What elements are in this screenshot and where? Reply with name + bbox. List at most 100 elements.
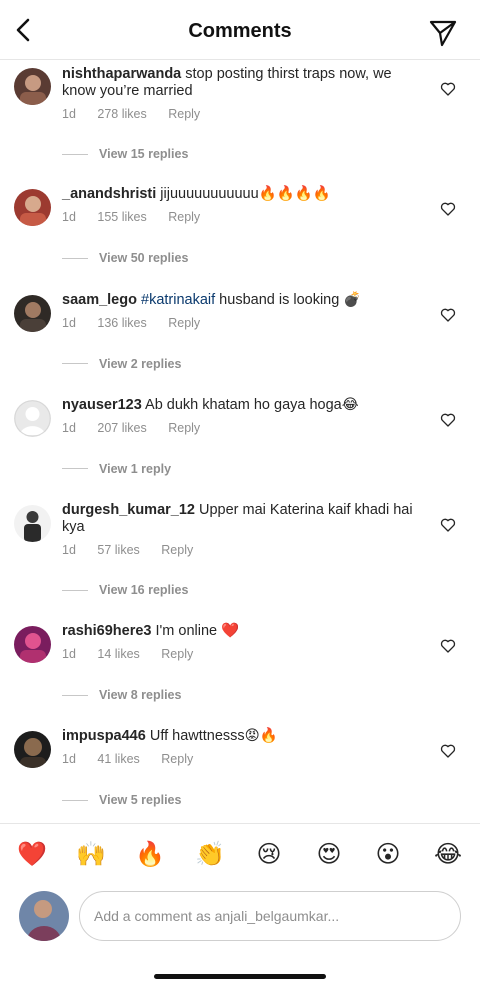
comment-item: nishthaparwanda stop posting thirst trap… [0, 62, 480, 167]
comment-likes[interactable]: 14 likes [97, 647, 139, 661]
comment-item: rashi69here3 I'm online ❤️ 1d 14 likes R… [0, 604, 480, 709]
comment-item: saam_lego #katrinakaif husband is lookin… [0, 273, 480, 378]
heart-icon[interactable] [440, 201, 456, 217]
comment-username[interactable]: saam_lego [62, 292, 137, 308]
current-user-avatar [19, 891, 69, 941]
view-replies-button[interactable]: View 2 replies [62, 357, 181, 371]
reply-divider-line [62, 694, 88, 696]
view-replies-button[interactable]: View 8 replies [62, 688, 181, 702]
comment-username[interactable]: nyauser123 [62, 397, 142, 413]
reply-divider-line [62, 363, 88, 365]
paper-plane-icon[interactable] [428, 18, 458, 48]
reply-button[interactable]: Reply [161, 752, 193, 766]
comment-meta: 1d 57 likes Reply [62, 543, 211, 557]
avatar[interactable] [14, 505, 51, 543]
view-replies-button[interactable]: View 16 replies [62, 583, 188, 597]
comment-body: Ab dukh khatam ho gaya hoga😂 [141, 396, 359, 413]
comment-text: impuspa446 Uff hawttnesss😡🔥 [62, 728, 418, 745]
comment-likes[interactable]: 278 likes [97, 107, 146, 121]
heart-icon[interactable] [440, 81, 456, 97]
comment-text: nyauser123 Ab dukh khatam ho gaya hoga😂 [62, 397, 418, 414]
comment-body: Uff hawttnesss😡🔥 [145, 728, 278, 745]
comment-item: impuspa446 Uff hawttnesss😡🔥 1d 41 likes … [0, 709, 480, 814]
avatar[interactable] [14, 294, 51, 332]
page-title: Comments [188, 20, 292, 42]
comment-username[interactable]: _anandshristi [62, 186, 156, 202]
view-replies-label: View 15 replies [99, 147, 189, 161]
reaction-clap-emoji[interactable]: 👏 [194, 838, 226, 870]
comment-body: jijuuuuuuuuuuu🔥🔥🔥🔥 [156, 186, 331, 203]
comment-time: 1d [62, 647, 76, 662]
comment-username[interactable]: rashi69here3 [62, 623, 151, 639]
comment-username[interactable]: nishthaparwanda [62, 66, 181, 82]
comment-time: 1d [62, 543, 76, 558]
reaction-laughing-emoji[interactable]: 😂 [432, 838, 464, 870]
comment-item: durgesh_kumar_12 Upper mai Katerina kaif… [0, 483, 480, 604]
reply-button[interactable]: Reply [161, 647, 193, 661]
comment-time: 1d [62, 752, 76, 767]
comment-likes[interactable]: 57 likes [97, 543, 139, 557]
avatar[interactable] [14, 731, 51, 769]
view-replies-label: View 50 replies [99, 251, 189, 266]
avatar[interactable] [14, 399, 51, 437]
reply-button[interactable]: Reply [168, 421, 200, 435]
reaction-fire-emoji[interactable]: 🔥 [134, 838, 166, 870]
reaction-heart-emoji[interactable]: ❤️ [16, 838, 48, 870]
comment-body: I'm online ❤️ [151, 623, 240, 640]
reaction-raised-hands-emoji[interactable]: 🙌 [75, 838, 107, 870]
comment-likes[interactable]: 155 likes [97, 210, 146, 224]
home-indicator [154, 974, 326, 979]
comment-text: saam_lego #katrinakaif husband is lookin… [62, 292, 418, 309]
reply-button[interactable]: Reply [168, 107, 200, 121]
comment-username[interactable]: impuspa446 [62, 728, 146, 744]
avatar[interactable] [14, 68, 51, 105]
comment-likes[interactable]: 207 likes [97, 421, 146, 435]
comment-body: husband is looking 💣 [215, 291, 362, 308]
reply-button[interactable]: Reply [161, 543, 193, 557]
view-replies-button[interactable]: View 15 replies [62, 147, 188, 161]
view-replies-button[interactable]: View 1 reply [62, 462, 171, 476]
comment-likes[interactable]: 41 likes [97, 752, 139, 766]
reply-divider-line [62, 153, 88, 155]
heart-icon[interactable] [440, 743, 456, 759]
comment-time: 1d [62, 210, 76, 225]
comment-item: nyauser123 Ab dukh khatam ho gaya hoga😂 … [0, 378, 480, 483]
heart-icon[interactable] [440, 412, 456, 428]
reply-divider-line [62, 799, 88, 801]
comment-meta: 1d 41 likes Reply [62, 752, 211, 766]
reply-button[interactable]: Reply [168, 316, 200, 330]
comment-time: 1d [62, 420, 76, 435]
heart-icon[interactable] [440, 517, 456, 533]
avatar[interactable] [14, 189, 51, 227]
view-replies-button[interactable]: View 50 replies [62, 251, 188, 265]
comment-text: _anandshristi jijuuuuuuuuuuu🔥🔥🔥🔥 [62, 186, 418, 203]
comment-meta: 1d 278 likes Reply [62, 107, 218, 121]
reply-button[interactable]: Reply [168, 210, 200, 224]
view-replies-label: View 1 reply [99, 461, 172, 476]
reply-divider-line [62, 589, 88, 591]
view-replies-label: View 5 replies [99, 793, 182, 808]
comment-time: 1d [62, 107, 76, 121]
reaction-surprised-emoji[interactable]: 😮 [372, 838, 404, 870]
view-replies-label: View 2 replies [99, 356, 182, 371]
comment-username[interactable]: durgesh_kumar_12 [62, 502, 195, 518]
comment-meta: 1d 155 likes Reply [62, 210, 218, 224]
reaction-crying-emoji[interactable]: 😢 [253, 838, 285, 870]
composer-divider [0, 823, 480, 824]
avatar[interactable] [14, 626, 51, 664]
heart-icon[interactable] [440, 307, 456, 323]
reaction-heart-eyes-emoji[interactable]: 😍 [313, 838, 345, 870]
comment-input[interactable] [79, 891, 461, 941]
comment-list: nishthaparwanda stop posting thirst trap… [0, 62, 480, 815]
reply-divider-line [62, 257, 88, 259]
header-bar: Comments [0, 0, 480, 60]
hashtag-link[interactable]: #katrinakaif [141, 292, 215, 308]
comment-time: 1d [62, 315, 76, 330]
comment-likes[interactable]: 136 likes [97, 316, 146, 330]
view-replies-label: View 16 replies [99, 583, 189, 598]
view-replies-button[interactable]: View 5 replies [62, 793, 181, 807]
view-replies-label: View 8 replies [99, 688, 182, 703]
heart-icon[interactable] [440, 638, 456, 654]
comment-meta: 1d 136 likes Reply [62, 316, 218, 330]
quick-reaction-bar: ❤️ 🙌 🔥 👏 😢 😍 😮 😂 [0, 838, 480, 874]
